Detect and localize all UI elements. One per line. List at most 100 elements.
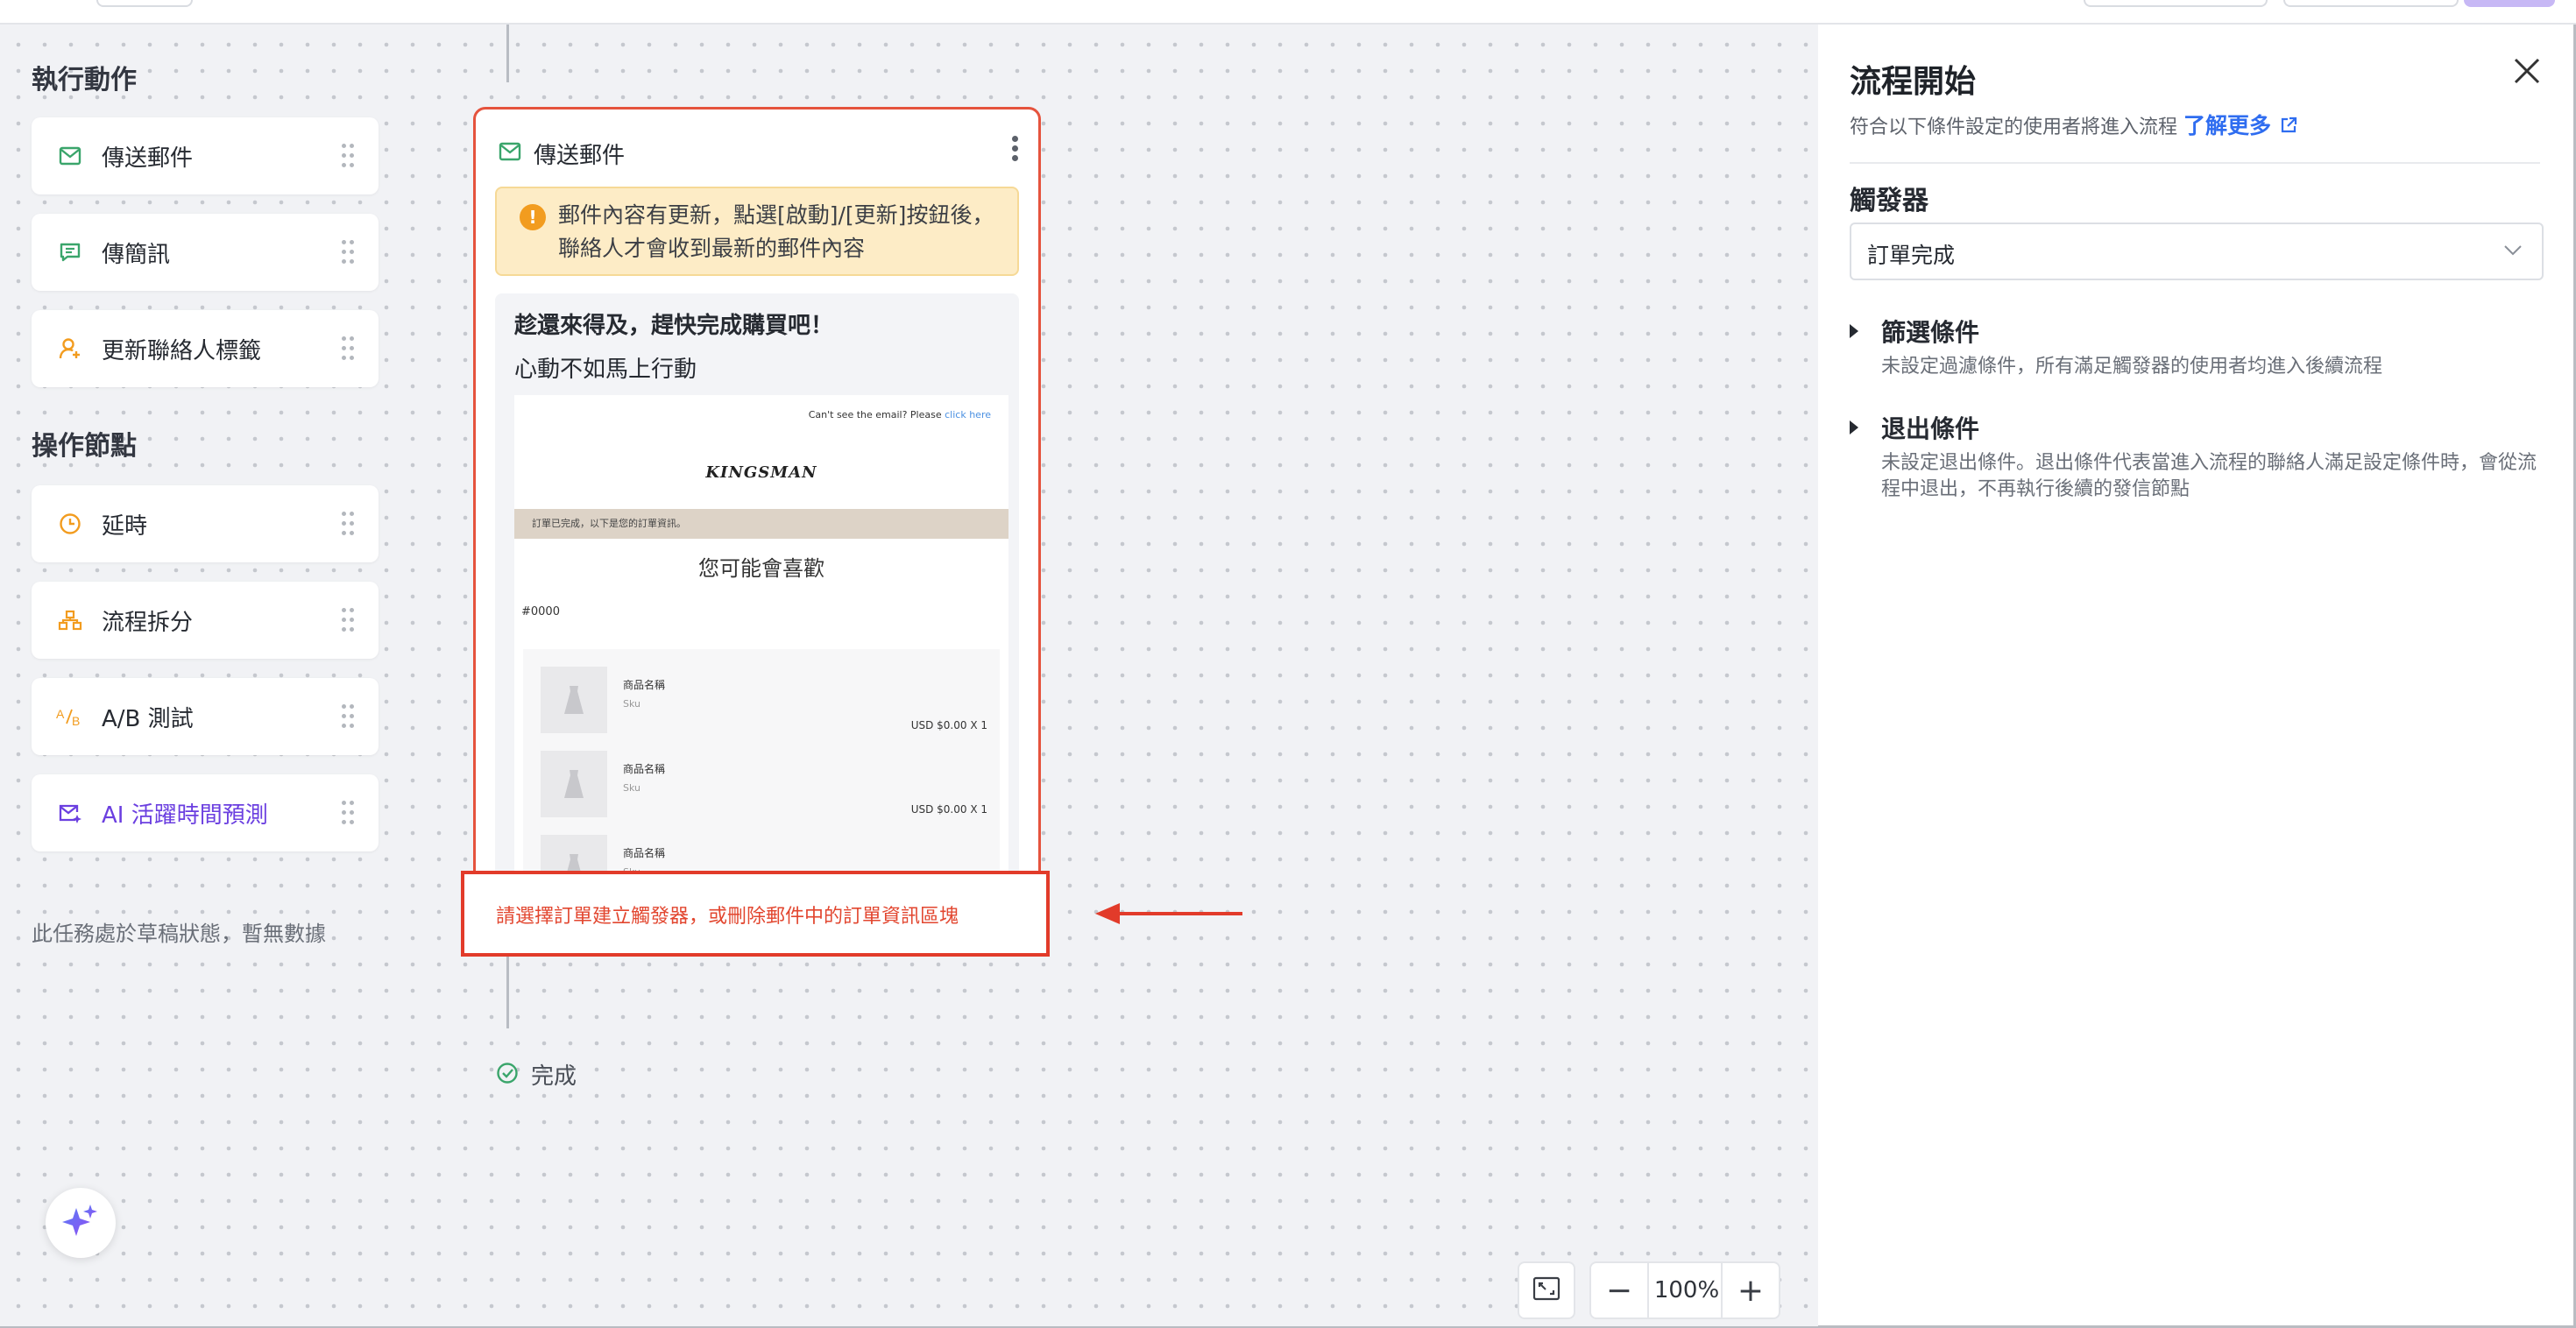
fit-screen-icon: [1532, 1276, 1560, 1304]
exit-conditions-section[interactable]: 退出條件 未設定退出條件。退出條件代表當進入流程的聯絡人滿足設定條件時，會從流程…: [1850, 410, 2551, 515]
product-image: [541, 751, 607, 817]
tool-label: AI 活躍時間預測: [102, 802, 268, 829]
sparkle-icon: [59, 1199, 103, 1247]
product-name: 商品名稱: [623, 763, 666, 775]
flow-connector: [506, 25, 509, 82]
fit-view-button[interactable]: [1518, 1261, 1575, 1319]
divider: [1850, 162, 2540, 164]
more-options-icon[interactable]: [1012, 136, 1019, 162]
tool-label: 更新聯絡人標籤: [102, 337, 262, 364]
warning-icon: !: [520, 204, 546, 230]
caret-right-icon[interactable]: [1850, 420, 1858, 434]
node-title: 傳送郵件: [534, 142, 626, 169]
mail-icon: [499, 142, 521, 165]
panel-title: 流程開始: [1850, 64, 1977, 100]
view-online-text: Can't see the email? Please click here: [809, 409, 991, 420]
mail-icon: [54, 140, 86, 172]
check-circle-icon: [496, 1062, 519, 1088]
ai-assistant-button[interactable]: [46, 1188, 116, 1258]
flow-end-node: 完成: [496, 1058, 577, 1091]
product-image: [541, 667, 607, 733]
drag-handle-icon[interactable]: [342, 336, 354, 361]
send-email-node[interactable]: 傳送郵件 ! 郵件內容有更新，點選[啟動]/[更新]按鈕後，聯絡人才會收到最新的…: [473, 107, 1041, 948]
product-name: 商品名稱: [623, 679, 666, 691]
zoom-in-button[interactable]: +: [1721, 1263, 1779, 1317]
error-highlight: 請選擇訂單建立觸發器，或刪除郵件中的訂單資訊區塊: [461, 871, 1050, 957]
clock-icon: [54, 508, 86, 540]
email-preheader: 心動不如馬上行動: [514, 357, 697, 383]
tool-label: 流程拆分: [102, 609, 194, 636]
product-price: USD $0.00 X 1: [910, 803, 987, 816]
ab-test-icon: AB: [54, 701, 86, 732]
product-price: USD $0.00 X 1: [910, 719, 987, 731]
user-tag-icon: [54, 333, 86, 364]
top-bar: [0, 0, 2576, 25]
exit-title: 退出條件: [1881, 414, 1980, 443]
top-button-stub[interactable]: [2084, 0, 2268, 7]
zoom-level: 100%: [1653, 1277, 1720, 1303]
zoom-control: − 100% +: [1589, 1261, 1780, 1319]
exit-description: 未設定退出條件。退出條件代表當進入流程的聯絡人滿足設定條件時，會從流程中退出，不…: [1881, 452, 2537, 500]
chevron-down-icon: [2503, 244, 2523, 260]
recommend-title: 您可能會喜歡: [698, 556, 824, 581]
trigger-value: 訂單完成: [1867, 243, 1956, 268]
trigger-select[interactable]: 訂單完成: [1850, 223, 2544, 280]
tool-flow-split[interactable]: 流程拆分: [32, 582, 379, 659]
order-info-band: 訂單已完成，以下是您的訂單資訊。: [514, 509, 1008, 539]
tool-delay[interactable]: 延時: [32, 485, 379, 562]
learn-more-label: 了解更多: [2183, 113, 2272, 138]
actions-section-title: 執行動作: [32, 65, 137, 95]
order-number: #0000: [521, 605, 560, 618]
filter-title: 篩選條件: [1881, 318, 1980, 347]
email-body-preview: Can't see the email? Please click here K…: [514, 395, 1008, 945]
top-button-stub[interactable]: [2283, 0, 2459, 7]
sms-icon: [54, 237, 86, 268]
tool-ab-test[interactable]: AB A/B 測試: [32, 678, 379, 755]
learn-more-link[interactable]: 了解更多: [2183, 113, 2298, 138]
close-icon[interactable]: [2510, 54, 2544, 88]
product-sku: Sku: [623, 782, 640, 794]
nodes-section-title: 操作節點: [32, 431, 137, 462]
brand-logo: KINGSMAN: [705, 463, 817, 482]
product-name: 商品名稱: [623, 847, 666, 859]
done-label: 完成: [531, 1063, 577, 1090]
top-tab-stub[interactable]: [96, 0, 193, 7]
tool-label: 延時: [102, 512, 148, 540]
order-item: 商品名稱 Sku USD $0.00 X 1: [541, 751, 987, 830]
filter-description: 未設定過濾條件，所有滿足觸發器的使用者均進入後續流程: [1881, 356, 2383, 378]
drag-handle-icon[interactable]: [342, 608, 354, 632]
node-header: 傳送郵件: [499, 138, 625, 169]
caret-right-icon[interactable]: [1850, 324, 1858, 338]
tool-label: 傳送郵件: [102, 145, 194, 172]
tool-ai-active-time[interactable]: AI 活躍時間預測: [32, 774, 379, 851]
split-icon: [54, 604, 86, 636]
tool-send-sms[interactable]: 傳簡訊: [32, 214, 379, 291]
svg-text:B: B: [72, 714, 80, 727]
external-link-icon: [2279, 113, 2298, 138]
draft-status-note: 此任務處於草稿狀態，暫無數據: [32, 922, 326, 946]
top-primary-button-stub[interactable]: [2464, 0, 2555, 7]
filter-conditions-section[interactable]: 篩選條件 未設定過濾條件，所有滿足觸發器的使用者均進入後續流程: [1850, 314, 2551, 401]
error-message: 請選擇訂單建立觸發器，或刪除郵件中的訂單資訊區塊: [496, 906, 959, 928]
view-online-label: Can't see the email? Please: [808, 409, 945, 420]
drag-handle-icon[interactable]: [342, 801, 354, 825]
flow-start-panel: 流程開始 符合以下條件設定的使用者將進入流程 了解更多 觸發器 訂單完成 篩選條…: [1818, 25, 2573, 1325]
update-warning: ! 郵件內容有更新，點選[啟動]/[更新]按鈕後，聯絡人才會收到最新的郵件內容: [495, 187, 1019, 276]
panel-subtitle-text: 符合以下條件設定的使用者將進入流程: [1850, 117, 2178, 138]
order-item: 商品名稱 Sku USD $0.00 X 1: [541, 667, 987, 745]
tool-update-contact-tag[interactable]: 更新聯絡人標籤: [32, 310, 379, 387]
panel-subtitle: 符合以下條件設定的使用者將進入流程 了解更多: [1850, 109, 2298, 140]
drag-handle-icon[interactable]: [342, 512, 354, 536]
tool-send-email[interactable]: 傳送郵件: [32, 117, 379, 194]
click-here-link: click here: [945, 409, 991, 420]
email-preview[interactable]: 趁還來得及，趕快完成購買吧！ 心動不如馬上行動 Can't see the em…: [495, 293, 1019, 945]
flow-canvas[interactable]: 執行動作 傳送郵件 傳簡訊 更新聯絡人標籤 操作節點 延時 流程拆分 A B A…: [0, 25, 1818, 1326]
drag-handle-icon[interactable]: [342, 704, 354, 729]
product-sku: Sku: [623, 698, 640, 710]
drag-handle-icon[interactable]: [342, 144, 354, 168]
email-subject: 趁還來得及，趕快完成購買吧！: [514, 313, 834, 339]
zoom-out-button[interactable]: −: [1591, 1263, 1649, 1317]
tool-label: 傳簡訊: [102, 241, 171, 268]
ai-mail-icon: [54, 797, 86, 829]
drag-handle-icon[interactable]: [342, 240, 354, 265]
